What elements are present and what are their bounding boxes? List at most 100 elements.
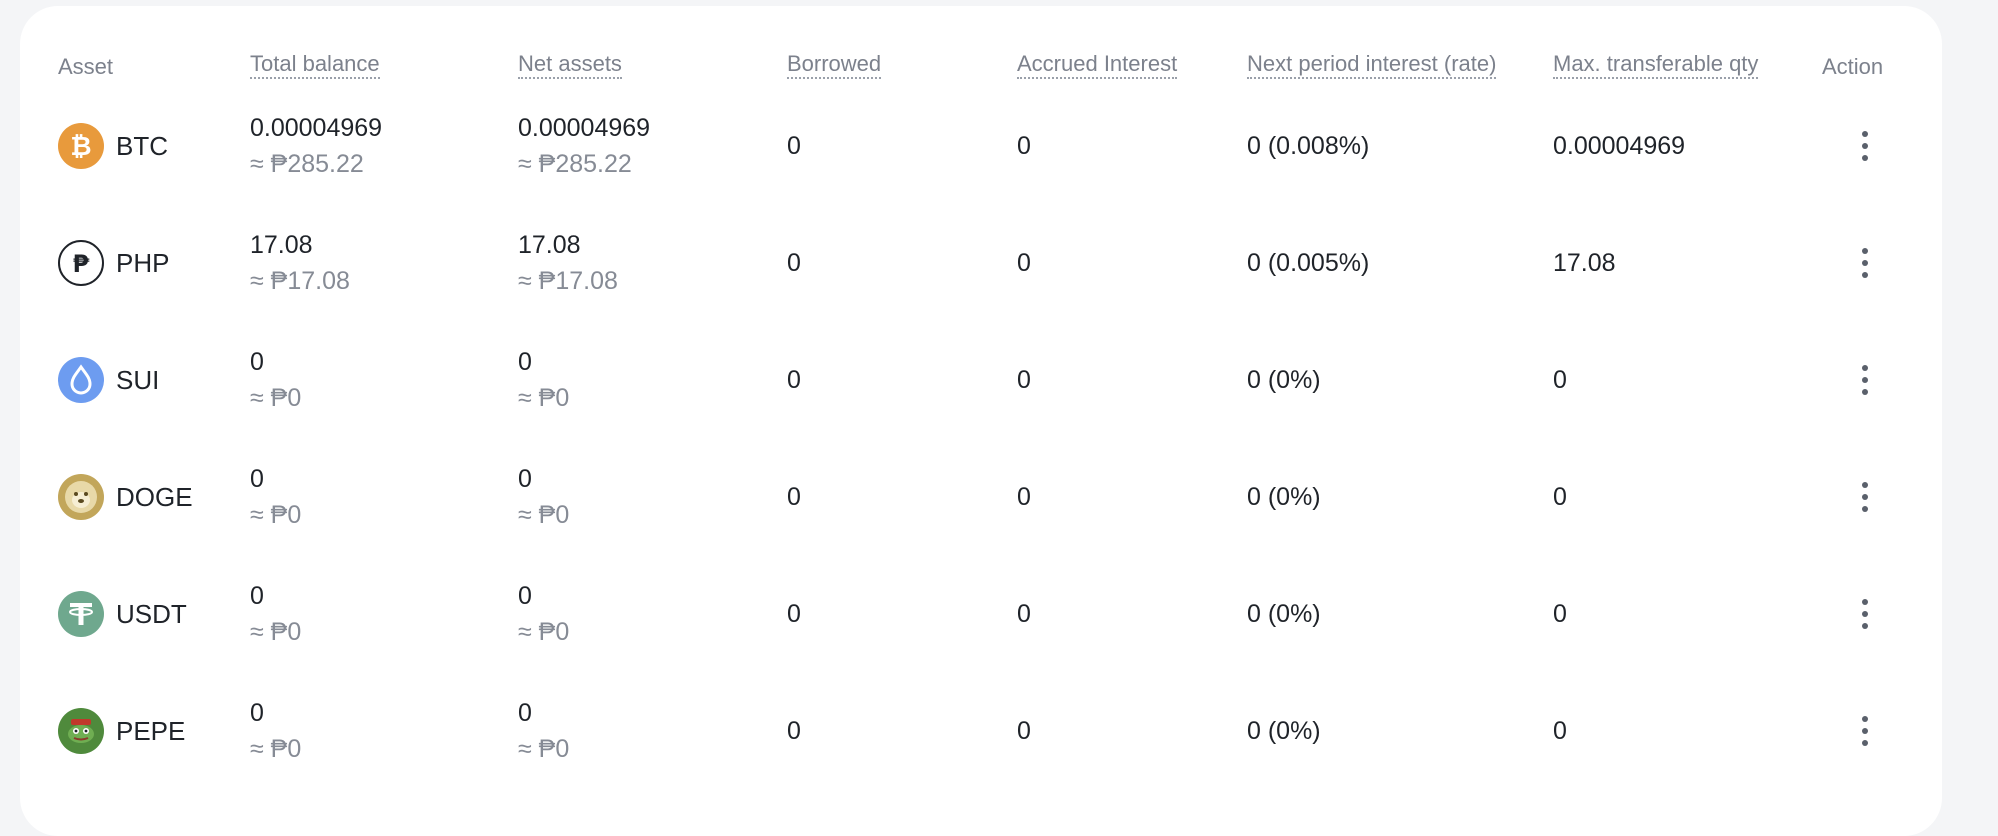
- asset-symbol: SUI: [116, 365, 160, 395]
- net-assets-cell: 0 ≈ ₱0: [518, 464, 569, 530]
- more-vertical-icon-dot: [1862, 155, 1868, 161]
- total-balance-fiat: ≈ ₱17.08: [250, 267, 350, 295]
- net-assets-fiat: ≈ ₱285.22: [518, 150, 632, 178]
- more-vertical-icon-dot: [1862, 143, 1868, 149]
- accrued-interest-value: 0: [1017, 366, 1031, 394]
- net-assets-fiat: ≈ ₱0: [518, 735, 570, 763]
- total-balance-fiat: ≈ ₱285.22: [250, 150, 364, 178]
- more-vertical-icon-dot: [1862, 623, 1868, 629]
- table-header: Asset Total balance Net assets Borrowed …: [20, 52, 1942, 82]
- net-assets-value: 0: [518, 465, 532, 493]
- more-vertical-icon: [1862, 131, 1868, 137]
- total-balance-fiat: ≈ ₱0: [250, 384, 302, 412]
- next-period-interest-value: 0 (0.005%): [1247, 249, 1370, 277]
- max-transferable-value: 17.08: [1553, 249, 1616, 277]
- more-vertical-icon: [1862, 716, 1868, 722]
- total-balance-cell: 0 ≈ ₱0: [250, 347, 301, 413]
- more-vertical-icon-dot: [1862, 728, 1868, 734]
- total-balance-value: 0: [250, 699, 264, 727]
- net-assets-value: 0.00004969: [518, 114, 651, 142]
- table-row: PEPE 0 ≈ ₱0 0 ≈ ₱0 0 0 0 (0%) 0: [20, 673, 1942, 790]
- column-header-borrowed[interactable]: Borrowed: [787, 52, 882, 79]
- more-actions-button[interactable]: [1850, 594, 1880, 634]
- max-transferable-value: 0: [1553, 600, 1567, 628]
- next-period-interest-value: 0 (0%): [1247, 483, 1321, 511]
- accrued-interest-value: 0: [1017, 483, 1031, 511]
- borrowed-value: 0: [787, 600, 801, 628]
- net-assets-fiat: ≈ ₱0: [518, 384, 570, 412]
- net-assets-cell: 0 ≈ ₱0: [518, 581, 569, 647]
- borrowed-value: 0: [787, 366, 801, 394]
- more-vertical-icon-dot: [1862, 389, 1868, 395]
- net-assets-value: 0: [518, 348, 532, 376]
- tether-icon: [58, 591, 104, 637]
- next-period-interest-value: 0 (0.008%): [1247, 132, 1370, 160]
- more-vertical-icon: [1862, 365, 1868, 371]
- table-row: USDT 0 ≈ ₱0 0 ≈ ₱0 0 0 0 (0%) 0: [20, 556, 1942, 673]
- svg-text:₿: ₿: [70, 132, 91, 162]
- accrued-interest-value: 0: [1017, 249, 1031, 277]
- borrowed-value: 0: [787, 249, 801, 277]
- table-row: ₱ PHP 17.08 ≈ ₱17.08 17.08 ≈ ₱17.08 0 0 …: [20, 205, 1942, 322]
- next-period-interest-value: 0 (0%): [1247, 366, 1321, 394]
- sui-droplet-icon: [58, 357, 104, 403]
- assets-table-card: Asset Total balance Net assets Borrowed …: [20, 6, 1942, 836]
- total-balance-cell: 0 ≈ ₱0: [250, 464, 301, 530]
- total-balance-value: 0: [250, 348, 264, 376]
- more-vertical-icon-dot: [1862, 260, 1868, 266]
- table-row: DOGE 0 ≈ ₱0 0 ≈ ₱0 0 0 0 (0%) 0: [20, 439, 1942, 556]
- total-balance-fiat: ≈ ₱0: [250, 618, 302, 646]
- asset-symbol: BTC: [116, 131, 168, 161]
- table-row: SUI 0 ≈ ₱0 0 ≈ ₱0 0 0 0 (0%) 0: [20, 322, 1942, 439]
- net-assets-cell: 17.08 ≈ ₱17.08: [518, 230, 618, 296]
- total-balance-cell: 0.00004969 ≈ ₱285.22: [250, 113, 382, 179]
- total-balance-cell: 0 ≈ ₱0: [250, 581, 301, 647]
- more-vertical-icon-dot: [1862, 506, 1868, 512]
- more-actions-button[interactable]: [1850, 360, 1880, 400]
- more-vertical-icon-dot: [1862, 740, 1868, 746]
- total-balance-fiat: ≈ ₱0: [250, 501, 302, 529]
- borrowed-value: 0: [787, 483, 801, 511]
- more-vertical-icon: [1862, 248, 1868, 254]
- net-assets-fiat: ≈ ₱17.08: [518, 267, 618, 295]
- more-actions-button[interactable]: [1850, 477, 1880, 517]
- column-header-asset: Asset: [58, 54, 114, 79]
- next-period-interest-value: 0 (0%): [1247, 717, 1321, 745]
- more-vertical-icon-dot: [1862, 611, 1868, 617]
- accrued-interest-value: 0: [1017, 600, 1031, 628]
- asset-symbol: PHP: [116, 248, 170, 278]
- asset-symbol: DOGE: [116, 482, 193, 512]
- more-actions-button[interactable]: [1850, 126, 1880, 166]
- column-header-total-balance[interactable]: Total balance: [250, 52, 380, 79]
- borrowed-value: 0: [787, 132, 801, 160]
- net-assets-fiat: ≈ ₱0: [518, 618, 570, 646]
- more-actions-button[interactable]: [1850, 243, 1880, 283]
- column-header-max-transferable[interactable]: Max. transferable qty: [1553, 52, 1759, 79]
- max-transferable-value: 0.00004969: [1553, 132, 1686, 160]
- more-vertical-icon-dot: [1862, 272, 1868, 278]
- max-transferable-value: 0: [1553, 483, 1567, 511]
- next-period-interest-value: 0 (0%): [1247, 600, 1321, 628]
- total-balance-cell: 0 ≈ ₱0: [250, 698, 301, 764]
- net-assets-cell: 0 ≈ ₱0: [518, 347, 569, 413]
- column-header-next-period-interest[interactable]: Next period interest (rate): [1247, 52, 1497, 79]
- max-transferable-value: 0: [1553, 717, 1567, 745]
- total-balance-value: 0: [250, 582, 264, 610]
- more-vertical-icon-dot: [1862, 377, 1868, 383]
- table-row: ₿ BTC 0.00004969 ≈ ₱285.22 0.00004969 ≈ …: [20, 88, 1942, 205]
- net-assets-value: 0: [518, 699, 532, 727]
- borrowed-value: 0: [787, 717, 801, 745]
- net-assets-cell: 0 ≈ ₱0: [518, 698, 569, 764]
- net-assets-cell: 0.00004969 ≈ ₱285.22: [518, 113, 650, 179]
- doge-icon: [58, 474, 104, 520]
- more-vertical-icon-dot: [1862, 494, 1868, 500]
- column-header-action: Action: [1822, 54, 1884, 79]
- accrued-interest-value: 0: [1017, 132, 1031, 160]
- accrued-interest-value: 0: [1017, 717, 1031, 745]
- bitcoin-icon: ₿: [58, 123, 104, 169]
- more-actions-button[interactable]: [1850, 711, 1880, 751]
- total-balance-value: 0.00004969: [250, 114, 383, 142]
- net-assets-value: 0: [518, 582, 532, 610]
- column-header-accrued-interest[interactable]: Accrued Interest: [1017, 52, 1178, 79]
- column-header-net-assets[interactable]: Net assets: [518, 52, 622, 79]
